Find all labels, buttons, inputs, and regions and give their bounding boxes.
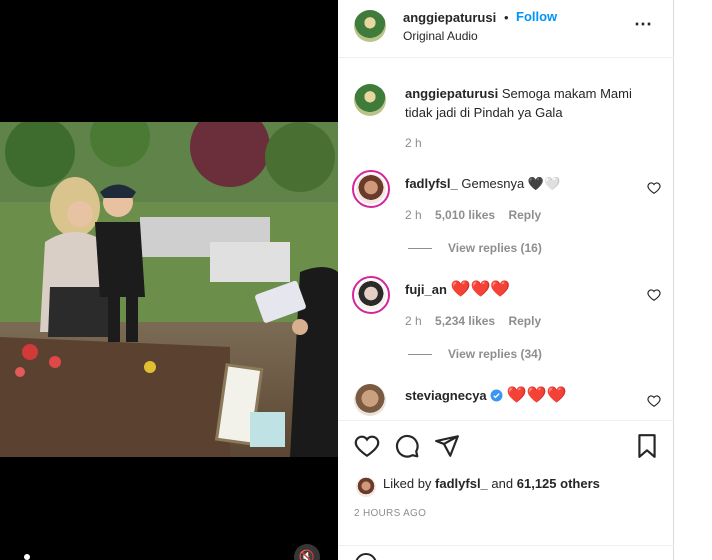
comment: fuji_an ❤️❤️❤️ [405,280,510,299]
comment-like-icon[interactable] [647,181,661,195]
divider-line [408,248,432,250]
progress-dot [24,554,30,560]
mute-icon[interactable]: 🔇 [294,544,320,560]
caption-username[interactable]: anggiepaturusi [405,86,498,101]
author-avatar[interactable] [354,10,386,42]
comment-username[interactable]: fuji_an [405,282,447,297]
caption: anggiepaturusi Semoga makam Mami tidak j… [405,84,655,122]
audio-label[interactable]: Original Audio [403,29,478,43]
comment-time[interactable]: 2 h [405,314,422,328]
comment-text: ❤️❤️❤️ [506,387,567,404]
post-time[interactable]: 2 HOURS AGO [354,508,426,519]
comment-avatar[interactable] [352,276,390,314]
comment: steviagnecya ❤️❤️❤️ [405,386,567,405]
comment-meta: 2 h 5,234 likes Reply [405,314,541,328]
comment-like-icon[interactable] [647,288,661,302]
comment-likes[interactable]: 5,234 likes [435,314,495,328]
liked-user[interactable]: fadlyfsl_ [435,476,488,491]
separator-dot: • [504,10,509,25]
add-comment-row[interactable] [338,545,674,560]
reply-button[interactable]: Reply [508,314,541,328]
like-heart-icon[interactable] [354,433,380,459]
comment-meta: 2 h 5,010 likes Reply [405,208,541,222]
post-media[interactable]: 🔇 [0,0,338,560]
view-replies-label: View replies (16) [448,241,542,255]
comment-text: Gemesnya 🖤🤍 [461,176,561,191]
emoji-icon[interactable] [354,552,378,560]
view-replies-button[interactable]: View replies (34) [408,347,542,361]
comment-text: ❤️❤️❤️ [450,281,511,298]
post-header: anggiepaturusi • Follow Original Audio ⋯ [338,0,674,58]
liked-others[interactable]: 61,125 others [517,476,600,491]
liked-prefix: Liked by [383,476,432,491]
reply-button[interactable]: Reply [508,208,541,222]
author-username[interactable]: anggiepaturusi [403,10,496,25]
liked-by: Liked by fadlyfsl_ and 61,125 others [383,476,600,491]
caption-time[interactable]: 2 h [405,136,422,150]
share-paper-plane-icon[interactable] [434,433,460,459]
liked-and: and [491,476,514,491]
follow-button[interactable]: Follow [516,9,557,24]
comment-avatar[interactable] [352,170,390,208]
post-sidebar: anggiepaturusi • Follow Original Audio ⋯… [338,0,674,560]
video-scene [0,122,338,457]
comment-username[interactable]: steviagnecya [405,388,487,403]
verified-badge-icon [490,389,503,402]
comment-username[interactable]: fadlyfsl_ [405,176,458,191]
liked-by-avatar[interactable] [356,477,376,497]
bookmark-icon[interactable] [634,433,660,459]
more-horizontal-icon[interactable]: ⋯ [634,14,653,35]
video-frame[interactable] [0,122,338,457]
view-replies-label: View replies (34) [448,347,542,361]
comment-time[interactable]: 2 h [405,208,422,222]
comment-avatar[interactable] [354,384,386,416]
comment-bubble-icon[interactable] [394,433,420,459]
caption-avatar[interactable] [354,84,386,116]
comment-likes[interactable]: 5,010 likes [435,208,495,222]
view-replies-button[interactable]: View replies (16) [408,241,542,255]
post-actions: Liked by fadlyfsl_ and 61,125 others 2 H… [338,420,674,560]
comment: fadlyfsl_ Gemesnya 🖤🤍 [405,174,560,193]
divider-line [408,354,432,356]
comment-like-icon[interactable] [647,394,661,408]
